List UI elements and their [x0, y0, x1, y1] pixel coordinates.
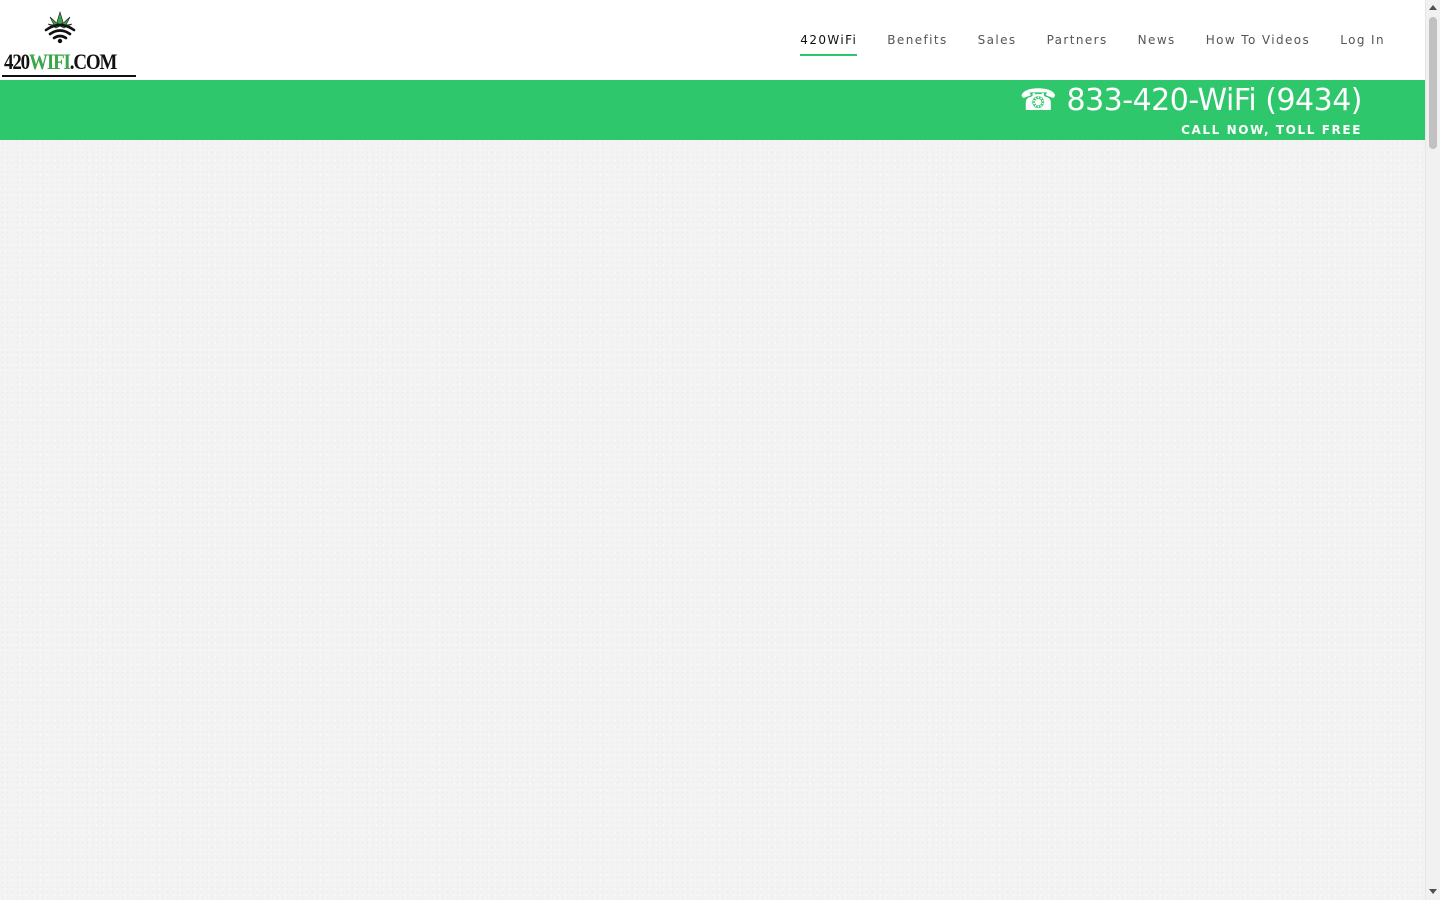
- nav-item-how-to-videos[interactable]: How To Videos: [1206, 27, 1311, 53]
- vertical-scrollbar[interactable]: [1425, 0, 1440, 900]
- scroll-down-arrow-icon[interactable]: [1429, 889, 1437, 894]
- phone-number: 833-420-WiFi (9434): [1066, 83, 1363, 118]
- phone-icon: ☎: [1019, 83, 1057, 118]
- nav-item-partners[interactable]: Partners: [1047, 27, 1108, 53]
- phone-subtitle: CALL NOW, TOLL FREE: [1181, 123, 1362, 137]
- nav-item-log-in[interactable]: Log In: [1340, 27, 1385, 53]
- nav-item-sales[interactable]: Sales: [978, 27, 1017, 53]
- logo-text: 420WIFI.COM: [4, 49, 117, 74]
- nav-item-420wifi[interactable]: 420WiFi: [800, 27, 858, 56]
- phone-number-link[interactable]: ☎ 833-420-WiFi (9434): [1019, 83, 1363, 118]
- nav-item-benefits[interactable]: Benefits: [887, 27, 947, 53]
- logo-underline: [2, 75, 136, 77]
- main-nav: 420WiFi Benefits Sales Partners News How…: [770, 0, 1385, 80]
- site-logo[interactable]: 420WIFI.COM: [0, 8, 138, 77]
- cannabis-wifi-icon: [44, 10, 76, 44]
- scroll-up-arrow-icon[interactable]: [1429, 5, 1437, 10]
- site-header: 420WIFI.COM 420WiFi Benefits Sales Partn…: [0, 0, 1425, 80]
- phone-banner: ☎ 833-420-WiFi (9434) CALL NOW, TOLL FRE…: [0, 80, 1425, 140]
- nav-item-news[interactable]: News: [1138, 27, 1176, 53]
- scrollbar-thumb[interactable]: [1429, 17, 1437, 149]
